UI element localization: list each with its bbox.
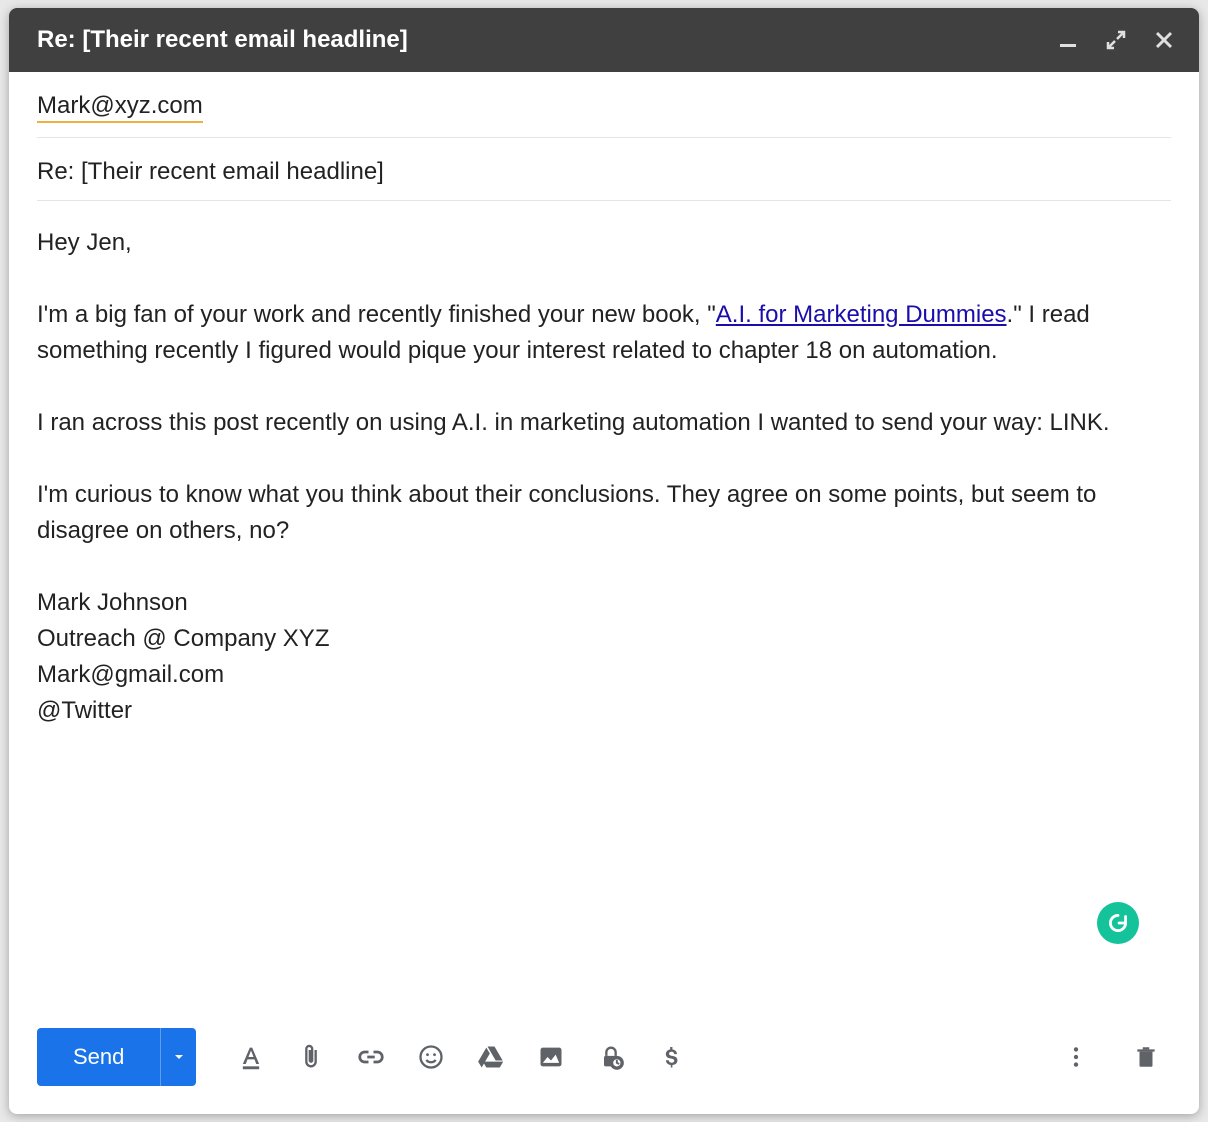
body-paragraph-1: I'm a big fan of your work and recently … [37, 297, 1171, 369]
footer-right-actions [1051, 1032, 1171, 1082]
compose-window: Re: [Their recent email headline] Mark@x… [9, 8, 1199, 1114]
recipients-field[interactable]: Mark@xyz.com [37, 72, 1171, 138]
message-body[interactable]: Hey Jen, I'm a big fan of your work and … [9, 201, 1199, 1010]
send-options-button[interactable] [160, 1028, 196, 1086]
insert-photo-icon[interactable] [526, 1032, 576, 1082]
grammarly-icon[interactable] [1097, 902, 1139, 944]
subject-field[interactable]: Re: [Their recent email headline] [37, 138, 1171, 201]
send-button-group: Send [37, 1028, 196, 1086]
signature-title: Outreach @ Company XYZ [37, 621, 1171, 657]
money-icon[interactable] [646, 1032, 696, 1082]
body-p1-text-before: I'm a big fan of your work and recently … [37, 301, 716, 328]
emoji-icon[interactable] [406, 1032, 456, 1082]
titlebar: Re: [Their recent email headline] [9, 8, 1199, 72]
compose-footer: Send [9, 1010, 1199, 1114]
signature-twitter: @Twitter [37, 693, 1171, 729]
insert-link-icon[interactable] [346, 1032, 396, 1082]
body-greeting: Hey Jen, [37, 225, 1171, 261]
confidential-mode-icon[interactable] [586, 1032, 636, 1082]
format-toolbar [226, 1032, 696, 1082]
drive-icon[interactable] [466, 1032, 516, 1082]
titlebar-actions [1057, 29, 1175, 51]
signature-name: Mark Johnson [37, 585, 1171, 621]
body-paragraph-2: I ran across this post recently on using… [37, 405, 1171, 441]
subject-text: Re: [Their recent email headline] [37, 158, 384, 185]
window-title: Re: [Their recent email headline] [37, 26, 1057, 54]
close-icon[interactable] [1153, 29, 1175, 51]
header-fields: Mark@xyz.com Re: [Their recent email hea… [9, 72, 1199, 201]
more-options-icon[interactable] [1051, 1032, 1101, 1082]
send-button[interactable]: Send [37, 1028, 160, 1086]
attach-icon[interactable] [286, 1032, 336, 1082]
text-format-icon[interactable] [226, 1032, 276, 1082]
expand-icon[interactable] [1105, 29, 1127, 51]
discard-draft-icon[interactable] [1121, 1032, 1171, 1082]
body-paragraph-3: I'm curious to know what you think about… [37, 477, 1171, 549]
recipient-chip[interactable]: Mark@xyz.com [37, 92, 203, 123]
signature-email: Mark@gmail.com [37, 657, 1171, 693]
minimize-icon[interactable] [1057, 29, 1079, 51]
book-link[interactable]: A.I. for Marketing Dummies [716, 301, 1007, 328]
